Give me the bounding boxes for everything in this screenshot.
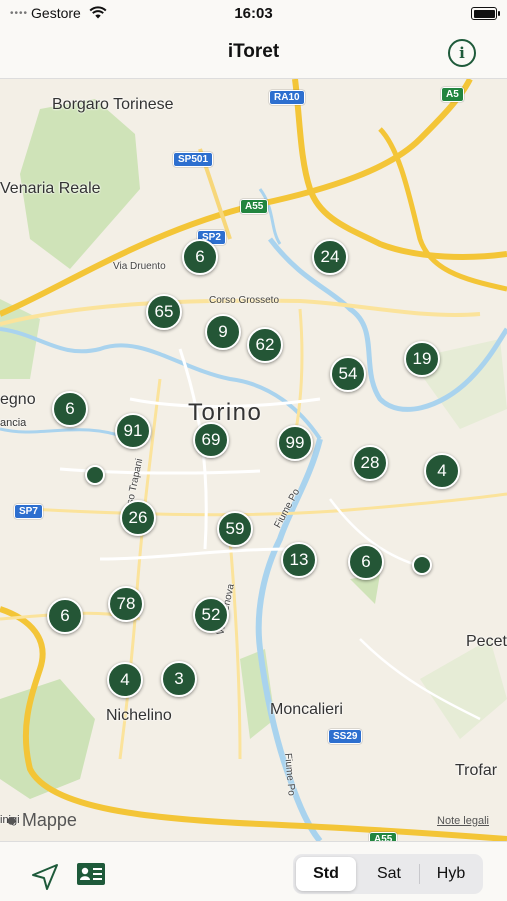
map-pin[interactable] [85, 465, 105, 485]
map-cluster[interactable]: 6 [47, 598, 83, 634]
contact-card-icon[interactable] [76, 862, 106, 886]
place-venaria: Venaria Reale [0, 180, 101, 197]
road-via-druento: Via Druento [113, 261, 166, 272]
navigation-bar: iToret i [0, 28, 507, 79]
place-egno: egno [0, 391, 36, 408]
map-cluster[interactable]: 28 [352, 445, 388, 481]
shield-a55: A55 [240, 199, 269, 214]
app-title: iToret [227, 41, 280, 62]
map-cluster[interactable]: 54 [330, 356, 366, 392]
map-type-segmented-control: Std Sat Hyb [293, 854, 483, 894]
place-trofar: Trofar [455, 762, 498, 779]
map-pin[interactable] [412, 555, 432, 575]
map-cluster[interactable]: 65 [146, 294, 182, 330]
map-cluster[interactable]: 13 [281, 542, 317, 578]
place-pecett: Pecett [466, 633, 507, 650]
map-cluster[interactable]: 78 [108, 586, 144, 622]
road-corso-grosseto: Corso Grosseto [209, 295, 280, 306]
info-icon[interactable]: i [448, 39, 476, 67]
location-arrow-icon[interactable] [30, 862, 60, 892]
maps-brand-label: Mappe [21, 810, 77, 830]
place-ancia: ancia [0, 417, 27, 429]
clock: 16:03 [234, 5, 273, 22]
map-cluster[interactable]: 9 [205, 314, 241, 350]
map-cluster[interactable]: 52 [193, 597, 229, 633]
map-cluster[interactable]: 4 [107, 662, 143, 698]
shield-ss29: SS29 [328, 729, 363, 744]
map-cluster[interactable]: 3 [161, 661, 197, 697]
legal-link[interactable]: Note legali [437, 815, 489, 827]
shield-a55-south: A55 [369, 832, 398, 841]
map-cluster[interactable]: 26 [120, 500, 156, 536]
bottom-toolbar: Std Sat Hyb [0, 841, 507, 901]
map-view[interactable]: Borgaro Torinese Venaria Reale Torino eg… [0, 79, 507, 841]
place-moncalieri: Moncalieri [270, 701, 343, 718]
map-cluster[interactable]: 59 [217, 511, 253, 547]
segment-sat[interactable]: Sat [359, 857, 419, 891]
map-cluster[interactable]: 99 [277, 425, 313, 461]
segment-std[interactable]: Std [296, 857, 356, 891]
map-cluster[interactable]: 6 [52, 391, 88, 427]
map-cluster[interactable]: 24 [312, 239, 348, 275]
place-borgaro: Borgaro Torinese [52, 96, 174, 113]
map-cluster[interactable]: 62 [247, 327, 283, 363]
shield-a5: A5 [441, 87, 464, 102]
map-cluster[interactable]: 4 [424, 453, 460, 489]
place-nichelino: Nichelino [106, 707, 172, 724]
place-torino: Torino [188, 399, 263, 426]
map-cluster[interactable]: 69 [193, 422, 229, 458]
map-cluster[interactable]: 6 [182, 239, 218, 275]
shield-sp7: SP7 [14, 504, 43, 519]
segment-divider [419, 864, 420, 884]
maps-brand: ● Mappe [6, 810, 77, 831]
map-cluster[interactable]: 91 [115, 413, 151, 449]
apple-logo-icon: ● [6, 810, 22, 830]
status-bar: •••• Gestore 16:03 [0, 0, 507, 28]
map-cluster[interactable]: 6 [348, 544, 384, 580]
segment-hyb[interactable]: Hyb [421, 857, 481, 891]
shield-sp501: SP501 [173, 152, 214, 167]
shield-ra10: RA10 [269, 90, 305, 105]
map-cluster[interactable]: 19 [404, 341, 440, 377]
battery-icon [471, 7, 500, 20]
